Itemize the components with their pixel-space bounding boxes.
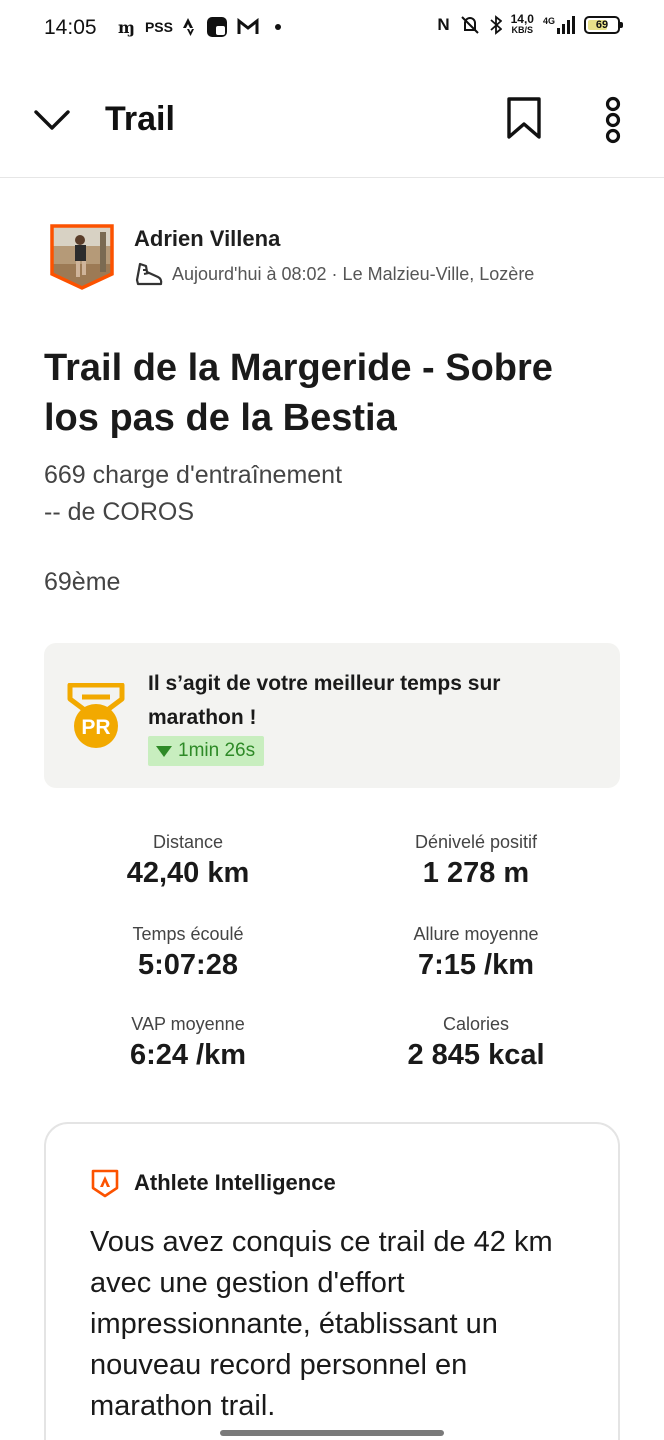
pr-improvement-badge: 1min 26s [148,736,265,766]
stat-elevation-gain: Dénivelé positif 1 278 m [414,832,538,889]
more-options-icon[interactable] [598,96,628,144]
pr-medal-icon: PR [67,683,125,748]
status-bar: 14:05 ɱ PSS N 14,0 KB/S 4G 69 [0,0,664,60]
bookmark-icon[interactable] [504,96,544,140]
home-indicator[interactable] [220,1430,444,1436]
mute-icon [460,16,479,34]
avatar[interactable] [50,224,114,290]
gmail-icon [237,18,259,34]
pr-message: Il s’agit de votre meilleur temps sur ma… [148,672,501,729]
network-speed: 14,0 KB/S [510,12,534,35]
stat-gap-average: VAP moyenne 6:24 /km [129,1014,247,1071]
athlete-intelligence-card[interactable]: Athlete Intelligence Vous avez conquis c… [44,1122,620,1440]
activity-date-location: Aujourd'hui à 08:02 · Le Malzieu-Ville, … [172,263,535,284]
app-icon [206,17,227,37]
mm-icon: ɱ [118,17,135,37]
pr-improvement-value: 1min 26s [178,740,256,761]
stat-elapsed-time: Temps écoulé 5:07:28 [132,924,244,981]
bluetooth-icon [490,15,502,35]
app-header: Trail [0,60,664,178]
arrow-down-icon [156,745,172,757]
training-load-source: -- de COROS [44,498,195,526]
training-load-value: 669 charge d'entraînement [44,461,343,489]
strava-icon [182,18,194,36]
athlete-intelligence-text: Vous avez conquis ce trail de 42 km avec… [90,1226,553,1422]
training-load: 669 charge d'entraînement -- de COROS [44,457,342,531]
activity-title: Trail de la Margeride - Sobre los pas de… [44,347,553,439]
page-title: Trail [105,100,175,138]
athlete-intelligence-title: Athlete Intelligence [134,1170,336,1195]
athlete-name[interactable]: Adrien Villena [134,226,280,252]
pss-icon: PSS [144,19,173,35]
athlete-intelligence-icon [91,1169,119,1198]
system-icons: N 14,0 KB/S 4G 69 [437,12,623,36]
notification-icons: ɱ PSS [118,17,281,37]
pr-medal-label: PR [81,716,110,739]
stat-average-pace: Allure moyenne 7:15 /km [413,924,539,981]
activity-page: 14:05 ɱ PSS N 14,0 KB/S 4G 69 Trail Adri… [0,0,664,1440]
dot-icon [274,24,281,30]
pr-card[interactable]: PR Il s’agit de votre meilleur temps sur… [44,643,620,788]
stat-calories: Calories 2 845 kcal [407,1014,545,1071]
chevron-down-icon[interactable] [32,100,72,140]
signal-icon: 4G [543,16,575,34]
activity-meta: Aujourd'hui à 08:02 · Le Malzieu-Ville, … [134,260,534,288]
status-time: 14:05 [44,16,97,39]
running-shoe-icon [135,262,163,286]
athlete-intelligence-header: Athlete Intelligence [90,1168,336,1198]
battery-icon: 69 [584,16,623,34]
stat-distance: Distance 42,40 km [126,832,250,889]
rank: 69ème [44,568,121,596]
nfc-icon: N [437,15,450,34]
